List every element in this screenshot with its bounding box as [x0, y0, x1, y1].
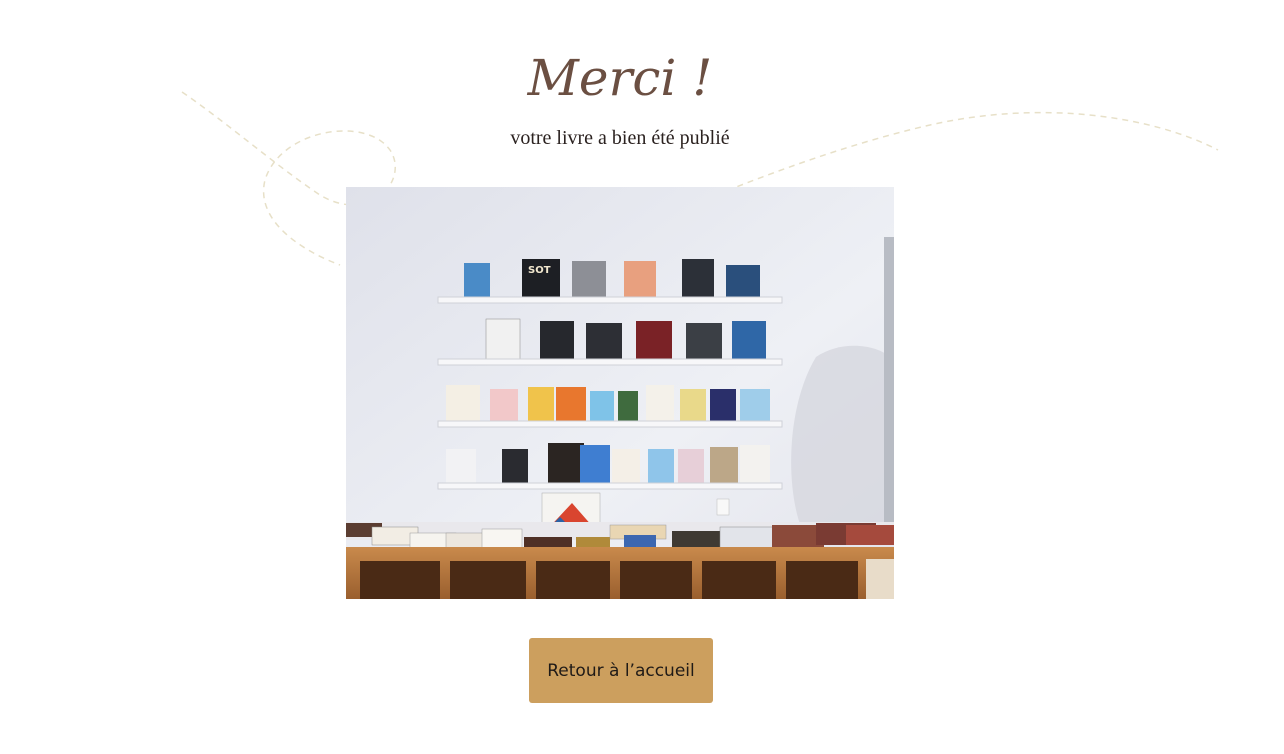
confirmation-subtitle: votre livre a bien été publié	[510, 127, 730, 149]
bookshelf-photo: SOT	[346, 187, 894, 599]
back-to-home-button[interactable]: Retour à l’accueil	[529, 638, 713, 703]
page-title: Merci !	[527, 49, 713, 107]
svg-text:SOT: SOT	[528, 265, 551, 276]
